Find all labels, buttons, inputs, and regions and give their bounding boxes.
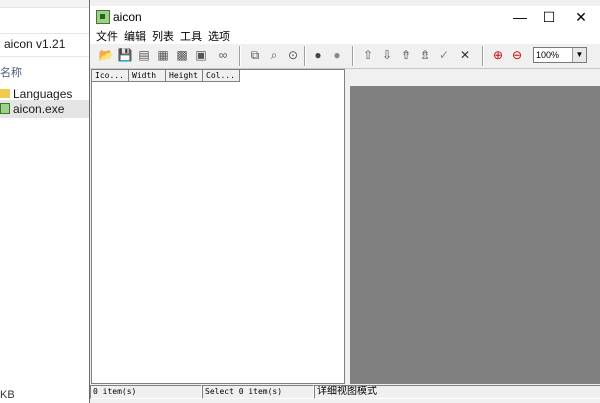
check-icon[interactable]: ✓: [436, 47, 452, 63]
menu-file[interactable]: 文件: [96, 30, 118, 44]
arrow-up-icon[interactable]: ⇧: [360, 47, 376, 63]
delete-icon[interactable]: ✕: [457, 47, 473, 63]
folder-icon: [0, 89, 10, 98]
search-icon[interactable]: ⊙: [285, 47, 301, 63]
menu-options[interactable]: 选项: [208, 30, 230, 44]
pane-splitter[interactable]: [345, 69, 349, 384]
minimize-button[interactable]: —: [504, 6, 536, 28]
explorer-item-label: Languages: [13, 87, 73, 101]
open-icon[interactable]: 📂: [98, 47, 114, 63]
icon-preview-pane[interactable]: [350, 86, 600, 384]
column-header-width[interactable]: Width: [129, 70, 166, 82]
menu-tools[interactable]: 工具: [180, 30, 202, 44]
explorer-folder-title: aicon v1.21: [4, 37, 66, 51]
close-button[interactable]: ✕: [565, 6, 597, 28]
status-item-count: 0 item(s): [90, 385, 202, 399]
user-grey-icon[interactable]: ●: [329, 47, 345, 63]
chevron-down-icon[interactable]: ▼: [572, 48, 586, 62]
user-icon[interactable]: ●: [310, 47, 326, 63]
export-all-icon[interactable]: ▩: [174, 47, 190, 63]
explorer-address-bar[interactable]: aicon v1.21: [0, 33, 90, 57]
zoom-out-icon[interactable]: ⊖: [509, 47, 525, 63]
toolbar-separator: [482, 46, 484, 66]
preview-header: [350, 69, 600, 86]
menu-list[interactable]: 列表: [152, 30, 174, 44]
menu-edit[interactable]: 编辑: [124, 30, 146, 44]
status-selected-count: Select 0 item(s): [202, 385, 314, 399]
toolbar-separator: [352, 46, 354, 66]
app-icon: [96, 10, 110, 24]
toolbar-separator: [239, 46, 241, 66]
maximize-button[interactable]: ☐: [533, 6, 565, 28]
extract-icon[interactable]: ▣: [193, 47, 209, 63]
export-icon[interactable]: ▦: [155, 47, 171, 63]
explorer-item-label: aicon.exe: [13, 102, 65, 116]
icon-list[interactable]: Ico... Width Height Col...: [91, 69, 345, 384]
move-bottom-icon[interactable]: ⇯: [417, 47, 433, 63]
status-view-mode: 详细视图模式: [314, 385, 600, 399]
explorer-size-text: KB: [0, 389, 15, 401]
copy-icon[interactable]: ⧉: [247, 47, 263, 63]
column-header-height[interactable]: Height: [166, 70, 203, 82]
column-header-icon[interactable]: Ico...: [92, 70, 129, 82]
toolbar: 📂 💾 ▤ ▦ ▩ ▣ ∞ ⧉ ⌕ ⊙ ● ● ⇧ ⇩ ⇮ ⇯ ✓ ✕ ⊕ ⊖ …: [90, 44, 600, 69]
explorer-item-aicon-exe[interactable]: aicon.exe: [0, 100, 90, 118]
link-icon[interactable]: ∞: [215, 47, 231, 63]
title-bar[interactable]: aicon — ☐ ✕: [90, 6, 600, 30]
exe-icon: [0, 103, 10, 114]
zoom-in-icon[interactable]: ⊕: [490, 47, 506, 63]
zoom-select[interactable]: 100% ▼: [533, 47, 587, 63]
zoom-value: 100%: [536, 50, 560, 60]
aicon-window: aicon — ☐ ✕ 文件 编辑 列表 工具 选项 📂 💾 ▤ ▦ ▩ ▣ ∞…: [89, 0, 600, 403]
window-title: aicon: [113, 10, 142, 24]
explorer-column-name[interactable]: 名称: [0, 64, 22, 80]
move-top-icon[interactable]: ⇮: [398, 47, 414, 63]
save-all-icon[interactable]: ▤: [136, 47, 152, 63]
status-bar: 0 item(s) Select 0 item(s) 详细视图模式: [90, 385, 600, 399]
toolbar-separator: [304, 46, 306, 66]
arrow-down-icon[interactable]: ⇩: [379, 47, 395, 63]
menu-bar: 文件 编辑 列表 工具 选项: [90, 30, 600, 44]
find-icon[interactable]: ⌕: [266, 47, 282, 63]
column-header-colors[interactable]: Col...: [203, 70, 240, 82]
save-icon[interactable]: 💾: [117, 47, 133, 63]
